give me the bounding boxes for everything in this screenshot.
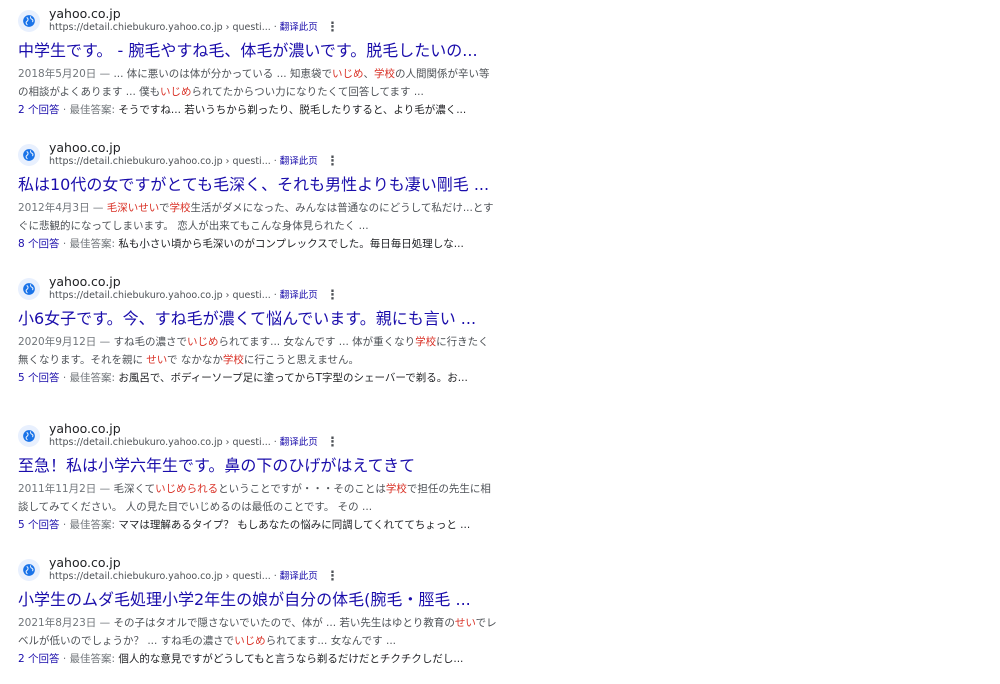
snippet-highlight: せい: [146, 354, 167, 366]
snippet-date: 2021年8月23日 —: [18, 617, 114, 629]
search-result: yahoo.co.jp https://detail.chiebukuro.ya…: [18, 140, 498, 253]
snippet-text: で なかなか: [166, 354, 223, 366]
snippet-highlight: いじめ: [186, 336, 219, 348]
more-options-icon[interactable]: ⋮: [326, 289, 339, 302]
result-source[interactable]: yahoo.co.jp https://detail.chiebukuro.ya…: [18, 274, 498, 304]
snippet-text: すね毛の濃さで: [113, 336, 187, 348]
snippet-highlight: 学校: [169, 202, 191, 214]
snippet-highlight: せい: [454, 617, 476, 629]
result-source[interactable]: yahoo.co.jp https://detail.chiebukuro.ya…: [18, 421, 498, 451]
result-title[interactable]: 小学生のムダ毛処理小学2年生の娘が自分の体毛(腕毛・脛毛 ...: [18, 589, 498, 611]
best-answer-text: 私も小さい頃から毛深いのがコンプレックスでした。毎日毎日処理しな...: [118, 238, 464, 250]
snippet-highlight: 学校: [222, 354, 244, 366]
answer-row: 5 个回答 · 最佳答案: お風呂で、ボディーソープ足に塗ってからT字型のシェー…: [18, 369, 498, 387]
translate-link[interactable]: 翻译此页: [280, 155, 318, 169]
snippet-text: に行こうと思えません。: [243, 354, 360, 366]
more-options-icon[interactable]: ⋮: [326, 155, 339, 168]
best-answer-text: お風呂で、ボディーソープ足に塗ってからT字型のシェーバーで剃る。お...: [118, 372, 468, 384]
snippet-text: られてます... 女なんです ... 体が重くなり: [218, 336, 416, 348]
snippet-date: 2011年11月2日 —: [18, 483, 114, 495]
result-source[interactable]: yahoo.co.jp https://detail.chiebukuro.ya…: [18, 6, 498, 36]
answer-count-link[interactable]: 8 个回答: [18, 238, 60, 250]
answer-row: 8 个回答 · 最佳答案: 私も小さい頃から毛深いのがコンプレックスでした。毎日…: [18, 235, 498, 253]
snippet-highlight: いじめられる: [155, 483, 219, 495]
snippet-highlight: 毛深いせい: [106, 202, 159, 214]
globe-icon: [18, 278, 40, 300]
snippet-text: その子はタオルで隠さないでいたので、体が ... 若い先生はゆとり教育の: [113, 617, 455, 629]
more-options-icon[interactable]: ⋮: [326, 570, 339, 583]
result-source[interactable]: yahoo.co.jp https://detail.chiebukuro.ya…: [18, 140, 498, 170]
best-answer-text: ママは理解あるタイプ？ もしあなたの悩みに同調してくれててちょっと ...: [118, 519, 471, 531]
translate-link[interactable]: 翻译此页: [280, 21, 318, 35]
answer-row: 5 个回答 · 最佳答案: ママは理解あるタイプ？ もしあなたの悩みに同調してく…: [18, 516, 498, 534]
answer-row: 2 个回答 · 最佳答案: そうですね... 若いうちから剃ったり、脱毛したりす…: [18, 101, 498, 119]
snippet-date: 2012年4月3日 —: [18, 202, 107, 214]
globe-icon: [18, 559, 40, 581]
snippet-highlight: いじめ: [331, 68, 364, 80]
translate-link[interactable]: 翻译此页: [280, 289, 318, 303]
search-result: yahoo.co.jp https://detail.chiebukuro.ya…: [18, 555, 498, 668]
search-result: yahoo.co.jp https://detail.chiebukuro.ya…: [18, 6, 498, 119]
search-result: yahoo.co.jp https://detail.chiebukuro.ya…: [18, 274, 498, 387]
best-answer-label: · 最佳答案:: [59, 238, 119, 250]
snippet-text: ということですが・・・そのことは: [218, 483, 386, 495]
best-answer-label: · 最佳答案:: [59, 372, 119, 384]
result-url: https://detail.chiebukuro.yahoo.co.jp › …: [49, 22, 271, 33]
result-url: https://detail.chiebukuro.yahoo.co.jp › …: [49, 571, 271, 582]
answer-count-link[interactable]: 2 个回答: [18, 104, 60, 116]
search-result: yahoo.co.jp https://detail.chiebukuro.ya…: [18, 421, 498, 534]
best-answer-label: · 最佳答案:: [59, 653, 119, 665]
globe-icon: [18, 425, 40, 447]
snippet-highlight: いじめ: [159, 86, 192, 98]
snippet-text: ... 体に悪いのは体が分かっている ... 知恵袋で: [113, 68, 332, 80]
snippet-highlight: 学校: [415, 336, 437, 348]
answer-count-link[interactable]: 5 个回答: [18, 519, 60, 531]
snippet-text: られてます... 女なんです ...: [265, 635, 397, 647]
result-snippet: 2018年5月20日 — ... 体に悪いのは体が分かっている ... 知恵袋で…: [18, 65, 498, 101]
snippet-highlight: 学校: [373, 68, 395, 80]
best-answer-label: · 最佳答案:: [59, 519, 119, 531]
snippet-date: 2018年5月20日 —: [18, 68, 114, 80]
globe-icon: [18, 10, 40, 32]
translate-link[interactable]: 翻译此页: [280, 570, 318, 584]
translate-link[interactable]: 翻译此页: [280, 436, 318, 450]
snippet-text: られてたからつい力になりたくて回答してます ...: [191, 86, 424, 98]
answer-count-link[interactable]: 5 个回答: [18, 372, 60, 384]
result-snippet: 2020年9月12日 — すね毛の濃さでいじめられてます... 女なんです ..…: [18, 333, 498, 369]
snippet-text: 毛深くて: [113, 483, 156, 495]
site-name: yahoo.co.jp: [49, 140, 121, 155]
result-url: https://detail.chiebukuro.yahoo.co.jp › …: [49, 437, 271, 448]
result-url: https://detail.chiebukuro.yahoo.co.jp › …: [49, 156, 271, 167]
site-name: yahoo.co.jp: [49, 555, 121, 570]
more-options-icon[interactable]: ⋮: [326, 436, 339, 449]
result-snippet: 2021年8月23日 — その子はタオルで隠さないでいたので、体が ... 若い…: [18, 614, 498, 650]
best-answer-text: 個人的な意見ですがどうしてもと言うなら剃るだけだとチクチクしだし...: [118, 653, 464, 665]
result-title[interactable]: 至急！私は小学六年生です。鼻の下のひげがはえてきて: [18, 455, 498, 477]
best-answer-text: そうですね... 若いうちから剃ったり、脱毛したりすると、より毛が濃く...: [118, 104, 467, 116]
snippet-text: 、: [363, 68, 374, 80]
globe-icon: [18, 144, 40, 166]
snippet-text: で: [158, 202, 170, 214]
answer-row: 2 个回答 · 最佳答案: 個人的な意見ですがどうしてもと言うなら剃るだけだとチ…: [18, 650, 498, 668]
more-options-icon[interactable]: ⋮: [326, 21, 339, 34]
site-name: yahoo.co.jp: [49, 274, 121, 289]
answer-count-link[interactable]: 2 个回答: [18, 653, 60, 665]
result-title[interactable]: 中学生です。 - 腕毛やすね毛、体毛が濃いです。脱毛したいの...: [18, 40, 498, 62]
snippet-highlight: いじめ: [234, 635, 266, 647]
result-snippet: 2011年11月2日 — 毛深くていじめられるということですが・・・そのことは学…: [18, 480, 498, 516]
site-name: yahoo.co.jp: [49, 421, 121, 436]
site-name: yahoo.co.jp: [49, 6, 121, 21]
result-title[interactable]: 小6女子です。今、すね毛が濃くて悩んでいます。親にも言い ...: [18, 308, 498, 330]
snippet-date: 2020年9月12日 —: [18, 336, 114, 348]
snippet-highlight: 学校: [385, 483, 407, 495]
result-url: https://detail.chiebukuro.yahoo.co.jp › …: [49, 290, 271, 301]
result-source[interactable]: yahoo.co.jp https://detail.chiebukuro.ya…: [18, 555, 498, 585]
best-answer-label: · 最佳答案:: [59, 104, 119, 116]
result-title[interactable]: 私は10代の女ですがとても毛深く、それも男性よりも凄い剛毛 ...: [18, 174, 498, 196]
result-snippet: 2012年4月3日 — 毛深いせいで学校生活がダメになった、みんなは普通なのにど…: [18, 199, 498, 235]
